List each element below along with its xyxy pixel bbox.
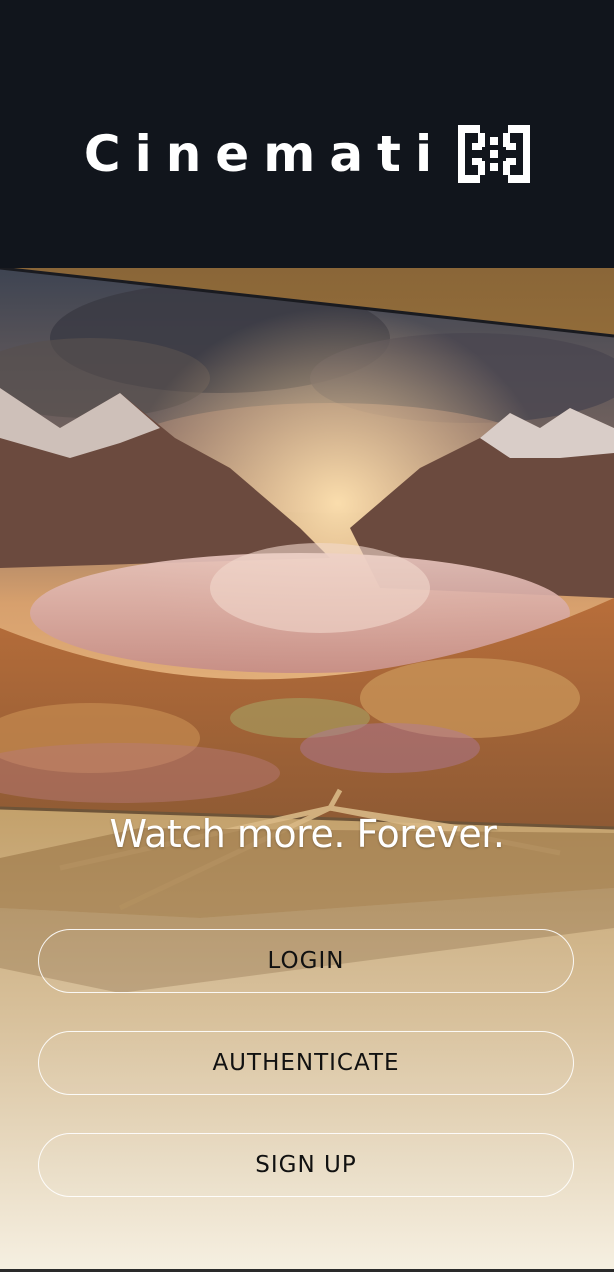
tagline: Watch more. Forever.: [109, 812, 505, 856]
cinematic-x-mark-icon: [458, 125, 531, 183]
app-logo: Cinemati: [0, 122, 614, 186]
hero-tv-image: [0, 268, 614, 1272]
welcome-screen: Cinemati Watch more. Forever. LOGIN AUTH…: [0, 0, 614, 1272]
logo-wordmark: Cinemati: [83, 125, 447, 183]
authenticate-button[interactable]: AUTHENTICATE: [38, 1031, 574, 1095]
sign-up-button[interactable]: SIGN UP: [38, 1133, 574, 1197]
login-button[interactable]: LOGIN: [38, 929, 574, 993]
